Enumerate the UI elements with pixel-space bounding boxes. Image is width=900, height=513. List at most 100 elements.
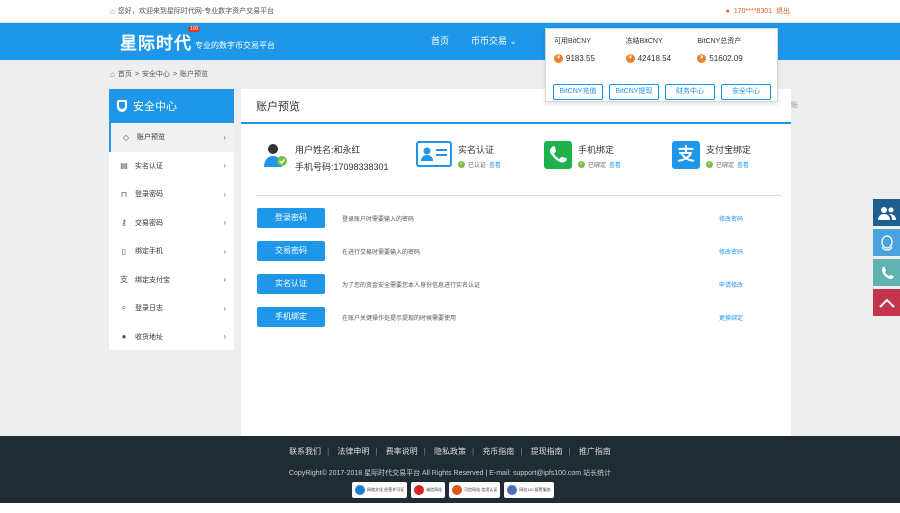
breadcrumb-separator: > <box>134 70 139 78</box>
credit-site-badge[interactable]: 诚信网站 <box>411 482 446 498</box>
badge-label: 可信网站 信用认证 <box>464 487 498 492</box>
footer-link-privacy[interactable]: 隐私政策 <box>434 447 466 456</box>
check-icon: ✓ <box>458 161 465 168</box>
security-center-button[interactable]: 安全中心 <box>721 84 771 100</box>
site-logo[interactable]: 星际时代 100 专业的数字币交易平台 <box>120 26 275 54</box>
footer-separator: | <box>327 447 330 456</box>
sidebar-item-login-password[interactable]: ⊓ 登录密码 › <box>109 180 234 209</box>
logo-slogan: 专业的数字币交易平台 <box>195 41 275 50</box>
nav-home[interactable]: 首页 <box>420 23 460 60</box>
badge-label: 网站110 报警服务 <box>519 487 551 492</box>
sidebar-item-login-log[interactable]: ⌕ 登录日志 › <box>109 294 234 323</box>
search-icon: ⌕ <box>121 303 127 313</box>
frozen-label: 冻结BitCNY <box>625 38 663 45</box>
finance-center-button[interactable]: 财务中心 <box>665 84 715 100</box>
breadcrumb-separator: > <box>172 70 178 78</box>
apply-change-link[interactable]: 申请修改 <box>719 280 743 289</box>
qq-icon[interactable] <box>873 229 900 256</box>
logout-link[interactable]: 退出 <box>776 6 790 16</box>
total-label: BitCNY总资产 <box>697 38 742 45</box>
top-bar: ⌂ 您好，欢迎来到星际时代网-专业数字资产交易平台 ● 170****8301 … <box>0 0 900 23</box>
sidebar-header: 安全中心 <box>109 89 234 123</box>
row-description: 在账户关键操作处提示提现的时候需要使用 <box>342 316 457 322</box>
chevron-right-icon: › <box>223 275 226 285</box>
breadcrumb-home[interactable]: 首页 <box>118 69 132 79</box>
row-description: 登录账户时需要输入的密码 <box>342 217 415 223</box>
trusted-site-badge[interactable]: 可信网站 信用认证 <box>449 482 501 498</box>
footer-link-promo-guide[interactable]: 推广指南 <box>579 447 611 456</box>
sidebar-item-label: 收货地址 <box>135 333 163 341</box>
user-verified-icon <box>261 141 289 169</box>
phone-binding-button[interactable]: 手机绑定 <box>257 307 325 327</box>
security-row-real-name: 实名认证 为了您的资金安全需要您本人身份信息进行实名认证 申请修改 <box>257 274 777 294</box>
copyright: CopyRight© 2017-2018 星际时代交易平台 All Rights… <box>288 470 612 477</box>
diamond-icon: ◇ <box>122 132 130 142</box>
sidebar-item-bind-alipay[interactable]: 支 绑定支付宝 › <box>109 266 234 295</box>
available-value: 9183.55 <box>566 54 595 63</box>
badge-label: 诚信网站 <box>426 487 443 492</box>
sidebar-item-address[interactable]: ● 收货地址 › <box>109 323 234 352</box>
footer-link-withdraw-guide[interactable]: 提现指南 <box>531 447 563 456</box>
change-trade-password-link[interactable]: 修改密码 <box>719 247 743 256</box>
view-link[interactable]: 查看 <box>489 160 501 169</box>
sidebar-item-real-name[interactable]: ▤ 实名认证 › <box>109 152 234 181</box>
title-underline <box>241 122 791 124</box>
login-password-button[interactable]: 登录密码 <box>257 208 325 228</box>
user-phone: 手机号码:17098338301 <box>295 162 389 172</box>
police-110-badge[interactable]: 网站110 报警服务 <box>504 482 554 498</box>
user-phone-link[interactable]: 170****8301 <box>734 8 772 15</box>
trade-password-button[interactable]: 交易密码 <box>257 241 325 261</box>
sidebar-item-label: 交易密码 <box>135 219 163 227</box>
withdraw-button[interactable]: BitCNY提现 <box>609 84 659 100</box>
badge-icon <box>414 485 425 495</box>
footer-link-fees[interactable]: 费率说明 <box>386 447 418 456</box>
breadcrumb-section[interactable]: 安全中心 <box>142 69 170 79</box>
sidebar-item-trade-password[interactable]: ⚷ 交易密码 › <box>109 209 234 238</box>
edge-text: 账 <box>791 102 798 109</box>
footer-separator: | <box>375 447 378 456</box>
user-icon: ● <box>725 7 730 15</box>
home-icon: ⌂ <box>110 6 115 16</box>
deposit-button[interactable]: BitCNY充值 <box>553 84 603 100</box>
change-binding-link[interactable]: 更换绑定 <box>719 313 743 322</box>
available-balance: 可用BitCNY ¥9183.55 <box>554 36 626 63</box>
frozen-value: 42418.54 <box>637 54 672 63</box>
home-icon: ⌂ <box>110 69 115 79</box>
badge-label: 网络文化 经营许可证 <box>367 487 405 492</box>
sidebar-item-label: 登录日志 <box>135 305 163 313</box>
view-link[interactable]: 查看 <box>609 160 621 169</box>
key-icon: ⚷ <box>121 218 127 228</box>
badge-icon <box>355 485 365 495</box>
lock-icon: ⊓ <box>120 189 128 199</box>
welcome-message: ⌂ 您好，欢迎来到星际时代网-专业数字资产交易平台 <box>110 6 274 16</box>
row-description: 在进行交易时需要输入的密码 <box>342 250 421 256</box>
sidebar-item-account-overview[interactable]: ◇ 账户预览 › <box>109 123 234 152</box>
culture-license-badge[interactable]: 网络文化 经营许可证 <box>352 482 408 498</box>
logo-name: 星际时代 <box>120 34 192 54</box>
view-link[interactable]: 查看 <box>737 160 749 169</box>
sidebar-item-label: 绑定支付宝 <box>135 276 170 284</box>
nav-trade[interactable]: 币币交易 ⌄ <box>460 23 528 60</box>
total-balance: BitCNY总资产 ¥51602.09 <box>697 36 769 63</box>
footer-separator: | <box>568 447 571 456</box>
page-title: 账户预览 <box>256 101 300 113</box>
user-card: 用户姓名:和永红 手机号码:17098338301 <box>261 141 389 173</box>
badge-icon <box>507 485 518 495</box>
footer-link-contact[interactable]: 联系我们 <box>289 447 321 456</box>
real-name-button[interactable]: 实名认证 <box>257 274 325 294</box>
card-status: 已绑定 <box>588 163 607 169</box>
sidebar-item-label: 账户预览 <box>137 134 165 142</box>
back-to-top-icon[interactable] <box>873 289 900 316</box>
users-icon[interactable] <box>873 199 900 226</box>
frozen-balance: 冻结BitCNY ¥42418.54 <box>625 36 698 63</box>
change-password-link[interactable]: 修改密码 <box>719 214 743 223</box>
footer-link-deposit-guide[interactable]: 充币指南 <box>482 447 514 456</box>
card-status: 已绑定 <box>716 163 735 169</box>
sidebar-item-bind-phone[interactable]: ▯ 绑定手机 › <box>109 237 234 266</box>
footer-link-legal[interactable]: 法律申明 <box>337 447 369 456</box>
card-title: 支付宝绑定 <box>706 145 752 155</box>
card-title: 实名认证 <box>458 145 495 155</box>
sidebar-title: 安全中心 <box>133 101 177 113</box>
badge-icon <box>452 485 463 495</box>
phone-icon[interactable] <box>873 259 900 286</box>
